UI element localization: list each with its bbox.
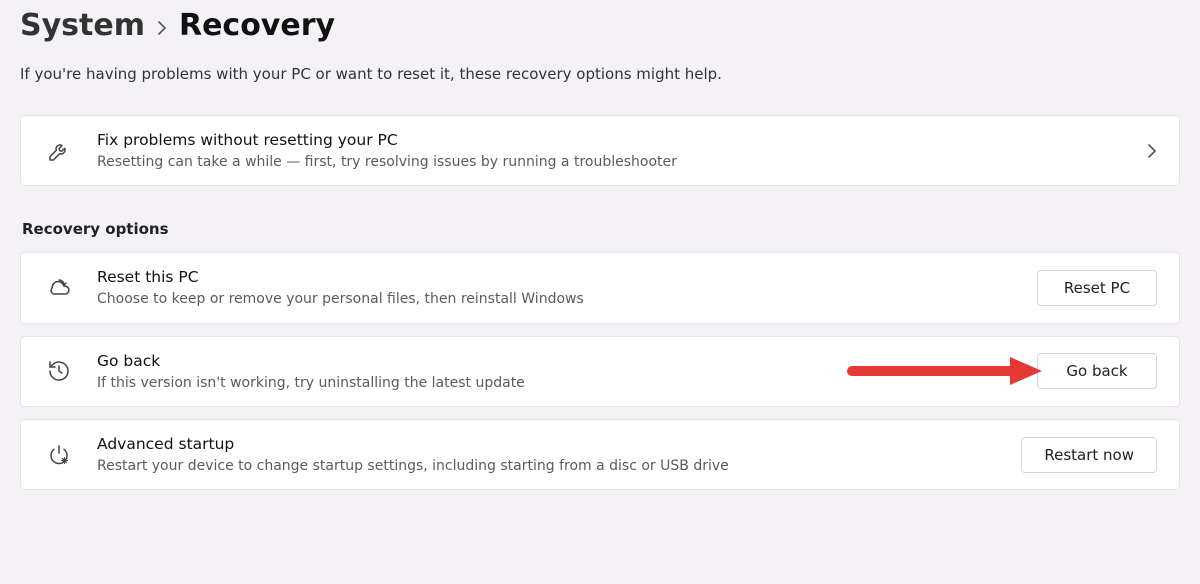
cloud-reset-icon — [43, 277, 75, 299]
go-back-text: Go back If this version isn't working, t… — [97, 351, 1037, 392]
chevron-right-icon — [157, 21, 167, 35]
reset-this-pc-title: Reset this PC — [97, 267, 1037, 287]
reset-this-pc-subtitle: Choose to keep or remove your personal f… — [97, 290, 1037, 308]
reset-this-pc-text: Reset this PC Choose to keep or remove y… — [97, 267, 1037, 308]
intro-text: If you're having problems with your PC o… — [20, 65, 1180, 83]
go-back-title: Go back — [97, 351, 1037, 371]
wrench-icon — [43, 139, 75, 163]
page-title: Recovery — [179, 8, 335, 43]
chevron-right-icon — [1147, 144, 1157, 158]
recovery-settings-page: System Recovery If you're having problem… — [0, 0, 1200, 490]
reset-pc-button[interactable]: Reset PC — [1037, 270, 1157, 306]
breadcrumb-parent-system[interactable]: System — [20, 8, 145, 43]
breadcrumb: System Recovery — [20, 8, 1180, 43]
go-back-subtitle: If this version isn't working, try unins… — [97, 374, 1037, 392]
history-icon — [43, 359, 75, 383]
advanced-startup-row: Advanced startup Restart your device to … — [20, 419, 1180, 490]
recovery-options-heading: Recovery options — [22, 220, 1180, 238]
advanced-startup-subtitle: Restart your device to change startup se… — [97, 457, 1021, 475]
go-back-button[interactable]: Go back — [1037, 353, 1157, 389]
advanced-startup-title: Advanced startup — [97, 434, 1021, 454]
fix-problems-subtitle: Resetting can take a while — first, try … — [97, 153, 1131, 171]
advanced-startup-text: Advanced startup Restart your device to … — [97, 434, 1021, 475]
fix-problems-text: Fix problems without resetting your PC R… — [97, 130, 1131, 171]
go-back-row: Go back If this version isn't working, t… — [20, 336, 1180, 407]
power-gear-icon — [43, 443, 75, 467]
restart-now-button[interactable]: Restart now — [1021, 437, 1157, 473]
reset-this-pc-row: Reset this PC Choose to keep or remove y… — [20, 252, 1180, 323]
fix-problems-card[interactable]: Fix problems without resetting your PC R… — [20, 115, 1180, 186]
fix-problems-title: Fix problems without resetting your PC — [97, 130, 1131, 150]
